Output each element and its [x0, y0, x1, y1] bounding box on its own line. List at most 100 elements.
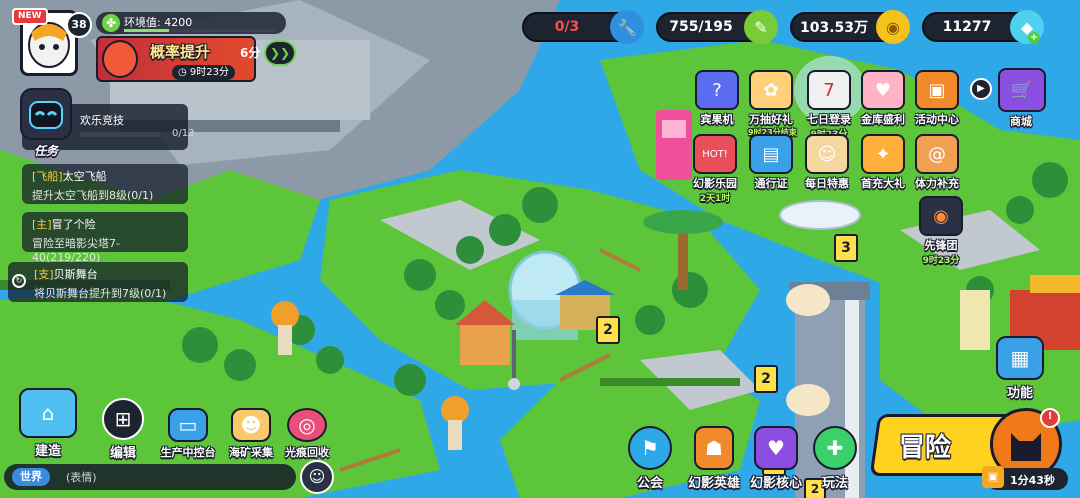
event-title: 概率提升 — [150, 43, 211, 61]
function-box-icon: ▦ — [996, 336, 1044, 380]
event-banner[interactable]: 概率提升 ◷ 9时23分 — [96, 36, 256, 82]
daily-deal-button[interactable]: ☺ 每日特惠 — [804, 134, 850, 191]
first-recharge-button[interactable]: ✦ 首充大礼 — [860, 134, 906, 191]
quest-tag: [飞船] — [32, 170, 63, 183]
play-triangle-icon: ▶ — [977, 83, 985, 94]
task-panel-title[interactable]: 任务 — [34, 142, 58, 159]
resource-gold-value: 103.53万 — [799, 20, 869, 36]
plus-icon[interactable]: + — [1028, 32, 1040, 44]
friends-button[interactable]: ☺ — [300, 460, 334, 494]
gacha-gift-label: 万抽好礼 — [749, 113, 793, 126]
quest-item[interactable]: [主]冒了个险 冒险至暗影尖塔7-40(219/220) — [22, 212, 188, 264]
phantom-park-icon: HOT! — [693, 134, 737, 174]
resource-diamond-value: 11277 — [942, 19, 992, 35]
adventure-label: 冒险 — [898, 433, 951, 463]
clock-icon: ◷ — [178, 67, 187, 78]
sea-mining-label: 海矿采集 — [229, 446, 273, 459]
map-marker[interactable]: 2 — [596, 316, 620, 344]
resource-energy-value: 755/195 — [669, 19, 733, 35]
environment-label: 环境值: 4200 — [124, 16, 193, 29]
chat-placeholder: (表情) — [66, 471, 97, 484]
first-recharge-label: 首充大礼 — [861, 177, 905, 190]
event-toggle-button[interactable]: ❯❯ — [264, 40, 296, 66]
quest-title: 太空飞船 — [62, 170, 107, 183]
chat-channel[interactable]: 世界 — [12, 468, 50, 486]
quest-tag: [支] — [34, 268, 54, 281]
resource-wrench[interactable]: 0/3 🔧 — [522, 10, 644, 44]
environment-bar[interactable]: ✤ 环境值: 4200 — [96, 12, 286, 34]
sea-mining-button[interactable]: ☻ 海矿采集 — [224, 408, 278, 460]
gameplay-label: 玩法 — [821, 476, 848, 491]
miner-cat-icon: ☻ — [231, 408, 271, 442]
environment-progress — [124, 29, 274, 32]
build-button[interactable]: ⌂ 建造 — [18, 388, 78, 459]
event-progress-bar — [80, 132, 160, 137]
phantom-hero-label: 幻影英雄 — [687, 476, 740, 491]
activity-center-label: 活动中心 — [915, 113, 959, 126]
wrench-icon: 🔧 — [610, 10, 644, 44]
monster-icon — [102, 40, 138, 78]
resource-gold[interactable]: 103.53万 ◉ — [790, 10, 910, 44]
quest-item[interactable]: [飞船]太空飞船 提升太空飞船到8级(0/1) — [22, 164, 188, 204]
event-name: 欢乐竞技 — [80, 114, 124, 127]
phantom-hero-button[interactable]: ☗ 幻影英雄 — [686, 426, 742, 491]
stamina-refill-label: 体力补充 — [915, 177, 959, 190]
activity-center-button[interactable]: ▣ 活动中心 — [914, 70, 960, 127]
refresh-icon: ↻ — [12, 274, 26, 288]
shop-button[interactable]: 🛒 商城 — [998, 68, 1046, 129]
production-console-button[interactable]: ▭ 生产中控台 — [158, 408, 218, 460]
hero-card-icon: ☗ — [694, 426, 734, 470]
event-progress: 0/13 — [172, 128, 195, 139]
battle-pass-button[interactable]: ▤ 通行证 — [748, 134, 794, 191]
pioneer-button[interactable]: ◉ 先锋团 9时23分 — [918, 196, 964, 266]
robot-icon[interactable] — [20, 88, 72, 140]
vault-button[interactable]: ♥ 金库盛利 — [860, 70, 906, 127]
new-badge: NEW — [12, 8, 48, 25]
edit-button[interactable]: ⊞ 编辑 — [96, 398, 150, 461]
pig-bank-icon: ♥ — [861, 70, 905, 110]
recycle-orb-icon: ◎ — [287, 408, 327, 442]
pen-icon: ✎ — [744, 10, 778, 44]
bingo-button[interactable]: ? 宾果机 — [694, 70, 740, 127]
gold-coin-icon: ◉ — [876, 10, 910, 44]
event-timer-text: 9时23分 — [189, 67, 230, 78]
pioneer-timer: 9时23分 — [922, 256, 960, 266]
expand-menu-button[interactable]: ▶ — [970, 78, 992, 100]
seven-day-login-label: 七日登录 — [807, 113, 851, 126]
function-label: 功能 — [1006, 386, 1033, 401]
resource-energy[interactable]: 755/195 ✎ — [656, 10, 778, 44]
quest-tag: [主] — [32, 218, 52, 231]
gacha-gift-button[interactable]: ✿ 万抽好礼 9时23分结束 — [748, 70, 797, 138]
build-cat-icon: ⌂ — [19, 388, 77, 438]
chest-icon: ▣ — [982, 466, 1004, 488]
light-recycle-label: 光痕回收 — [285, 446, 329, 459]
stamina-refill-button[interactable]: @ 体力补充 — [914, 134, 960, 191]
cat-gift-icon: ✿ — [749, 70, 793, 110]
chat-bar[interactable]: 世界 (表情) — [4, 464, 296, 490]
pioneer-robot-icon: ◉ — [919, 196, 963, 236]
gamepad-icon: ✚ — [813, 426, 857, 470]
function-button[interactable]: ▦ 功能 — [996, 336, 1044, 401]
guild-emblem-icon: ⚑ — [628, 426, 672, 470]
phantom-park-button[interactable]: HOT! 幻影乐园 2天1时 — [692, 134, 738, 204]
event-side-timer: 6分 — [240, 46, 261, 60]
clover-icon: ✤ — [102, 14, 120, 32]
slot-machine-icon: ? — [695, 70, 739, 110]
daily-deal-label: 每日特惠 — [805, 177, 849, 190]
guild-button[interactable]: ⚑ 公会 — [626, 426, 674, 491]
resource-diamond[interactable]: 11277 ◆ + — [922, 10, 1044, 44]
seven-day-login-button[interactable]: 7 七日登录 9时23分 — [806, 70, 852, 140]
activity-chest-icon: ▣ — [915, 70, 959, 110]
map-marker[interactable]: 3 — [834, 234, 858, 262]
resource-wrench-value: 0/3 — [554, 19, 580, 35]
quest-item[interactable]: ↻ [支]贝斯舞台 将贝斯舞台提升到7级(0/1) — [8, 262, 188, 302]
quest-desc: 冒险至暗影尖塔7-40(219/220) — [32, 237, 120, 264]
bingo-label: 宾果机 — [700, 113, 734, 126]
map-marker[interactable]: 2 — [754, 365, 778, 393]
cat-deal-icon: ☺ — [805, 134, 849, 174]
calendar-icon: 7 — [807, 70, 851, 110]
gameplay-button[interactable]: ✚ 玩法 — [810, 426, 860, 491]
quest-title: 贝斯舞台 — [53, 268, 98, 281]
light-recycle-button[interactable]: ◎ 光痕回收 — [280, 408, 334, 460]
phantom-core-button[interactable]: ♥ 幻影核心 — [748, 426, 804, 491]
